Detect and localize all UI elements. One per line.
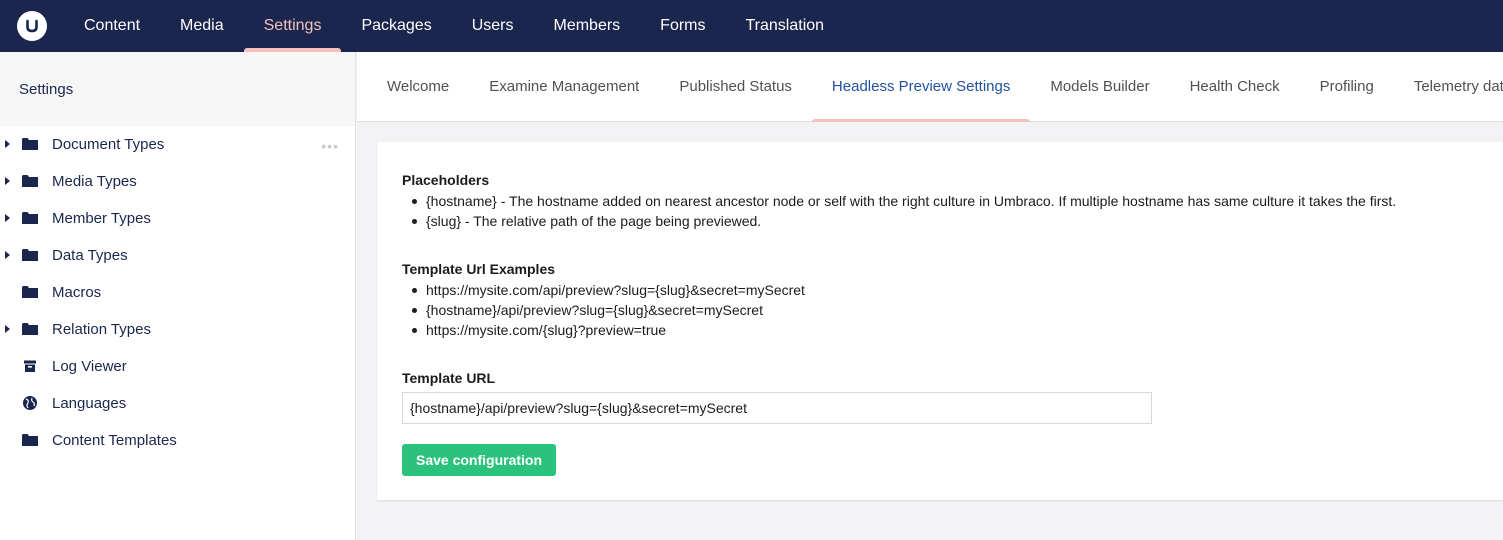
folder-icon bbox=[22, 286, 38, 298]
tab-label: Profiling bbox=[1319, 78, 1374, 95]
nav-members[interactable]: Members bbox=[533, 0, 640, 52]
placeholders-title: Placeholders bbox=[402, 172, 490, 188]
examples-list: https://mysite.com/api/preview?slug={slu… bbox=[410, 280, 1478, 340]
tab-published-status[interactable]: Published Status bbox=[659, 52, 812, 121]
folder-icon bbox=[22, 323, 38, 335]
folder-icon bbox=[22, 138, 38, 150]
caret-right-icon[interactable] bbox=[5, 325, 10, 333]
tree-item-languages[interactable]: Languages bbox=[0, 385, 355, 422]
tree-item-log-viewer[interactable]: Log Viewer bbox=[0, 348, 355, 385]
tab-label: Health Check bbox=[1189, 78, 1280, 95]
nav-label: Media bbox=[180, 17, 224, 34]
tree-item-media-types[interactable]: Media Types bbox=[0, 163, 355, 200]
tree-item-label: Media Types bbox=[52, 173, 137, 190]
caret-right-icon[interactable] bbox=[5, 140, 10, 148]
settings-tree: Document Types ••• Media Types Member Ty… bbox=[0, 126, 355, 459]
sidebar-title: Settings bbox=[0, 52, 355, 126]
tab-models-builder[interactable]: Models Builder bbox=[1030, 52, 1169, 121]
tab-profiling[interactable]: Profiling bbox=[1300, 52, 1394, 121]
tree-item-macros[interactable]: Macros bbox=[0, 274, 355, 311]
examples-title: Template Url Examples bbox=[402, 261, 556, 277]
tab-health-check[interactable]: Health Check bbox=[1170, 52, 1300, 121]
folder-icon bbox=[22, 249, 38, 261]
nav-content[interactable]: Content bbox=[64, 0, 160, 52]
tab-label: Models Builder bbox=[1050, 78, 1150, 95]
tab-label: Examine Management bbox=[489, 78, 640, 95]
tab-label: Telemetry data bbox=[1413, 78, 1503, 95]
nav-settings[interactable]: Settings bbox=[243, 0, 342, 52]
tab-headless-preview-settings[interactable]: Headless Preview Settings bbox=[811, 52, 1031, 122]
tree-item-label: Member Types bbox=[52, 210, 151, 227]
tree-item-label: Content Templates bbox=[52, 432, 177, 449]
list-item: https://mysite.com/api/preview?slug={slu… bbox=[410, 280, 1478, 300]
nav-media[interactable]: Media bbox=[160, 0, 244, 52]
caret-right-icon[interactable] bbox=[5, 251, 10, 259]
save-configuration-button[interactable]: Save configuration bbox=[402, 444, 557, 476]
tree-item-relation-types[interactable]: Relation Types bbox=[0, 311, 355, 348]
nav-label: Packages bbox=[361, 17, 432, 34]
nav-label: Forms bbox=[660, 17, 706, 34]
list-item: {hostname} - The hostname added on neare… bbox=[410, 191, 1478, 211]
nav-label: Users bbox=[471, 17, 514, 34]
caret-right-icon[interactable] bbox=[5, 177, 10, 185]
tab-label: Welcome bbox=[387, 78, 450, 95]
tree-item-label: Document Types bbox=[52, 136, 165, 153]
nav-label: Content bbox=[84, 17, 141, 34]
top-navigation-bar: Content Media Settings Packages Users Me… bbox=[0, 0, 1503, 52]
nav-users[interactable]: Users bbox=[452, 0, 534, 52]
examples-section: Template Url Examples https://mysite.com… bbox=[402, 261, 1478, 340]
tree-item-member-types[interactable]: Member Types bbox=[0, 200, 355, 237]
ellipsis-icon[interactable]: ••• bbox=[321, 138, 339, 154]
globe-icon bbox=[23, 396, 37, 410]
nav-label: Settings bbox=[263, 17, 322, 34]
placeholders-section: Placeholders {hostname} - The hostname a… bbox=[402, 172, 1478, 231]
tab-welcome[interactable]: Welcome bbox=[357, 52, 469, 121]
nav-translation[interactable]: Translation bbox=[726, 0, 845, 52]
tab-label: Published Status bbox=[679, 78, 792, 95]
folder-icon bbox=[22, 212, 38, 224]
tree-item-label: Macros bbox=[52, 284, 102, 301]
nav-packages[interactable]: Packages bbox=[341, 0, 451, 52]
folder-icon bbox=[22, 175, 38, 187]
list-item: {slug} - The relative path of the page b… bbox=[410, 211, 1478, 231]
section-nav: Content Media Settings Packages Users Me… bbox=[64, 0, 844, 52]
logo-button[interactable] bbox=[0, 0, 64, 52]
placeholders-list: {hostname} - The hostname added on neare… bbox=[410, 191, 1478, 231]
sidebar: Settings Document Types ••• Media Types … bbox=[0, 52, 356, 540]
caret-right-icon[interactable] bbox=[5, 214, 10, 222]
template-url-section: Template URL Save configuration bbox=[402, 370, 1478, 476]
tab-label: Headless Preview Settings bbox=[831, 78, 1011, 95]
nav-label: Members bbox=[553, 17, 621, 34]
tree-item-label: Relation Types bbox=[52, 321, 151, 338]
tab-examine-management[interactable]: Examine Management bbox=[469, 52, 659, 121]
tree-item-label: Languages bbox=[52, 395, 127, 412]
umbraco-logo-icon bbox=[17, 11, 47, 41]
folder-icon bbox=[22, 434, 38, 446]
list-item: {hostname}/api/preview?slug={slug}&secre… bbox=[410, 300, 1478, 320]
nav-forms[interactable]: Forms bbox=[640, 0, 725, 52]
tree-item-label: Data Types bbox=[52, 247, 128, 264]
template-url-input[interactable] bbox=[402, 392, 1152, 424]
box-icon bbox=[24, 360, 36, 372]
tree-item-label: Log Viewer bbox=[52, 358, 127, 375]
headless-preview-panel: Placeholders {hostname} - The hostname a… bbox=[377, 142, 1503, 500]
template-url-label: Template URL bbox=[402, 370, 496, 386]
list-item: https://mysite.com/{slug}?preview=true bbox=[410, 320, 1478, 340]
tree-item-document-types[interactable]: Document Types ••• bbox=[0, 126, 355, 163]
tree-item-data-types[interactable]: Data Types bbox=[0, 237, 355, 274]
tab-telemetry-data[interactable]: Telemetry data bbox=[1394, 52, 1503, 121]
dashboard-tabs: Welcome Examine Management Published Sta… bbox=[357, 52, 1503, 122]
tree-item-content-templates[interactable]: Content Templates bbox=[0, 422, 355, 459]
nav-label: Translation bbox=[745, 17, 825, 34]
